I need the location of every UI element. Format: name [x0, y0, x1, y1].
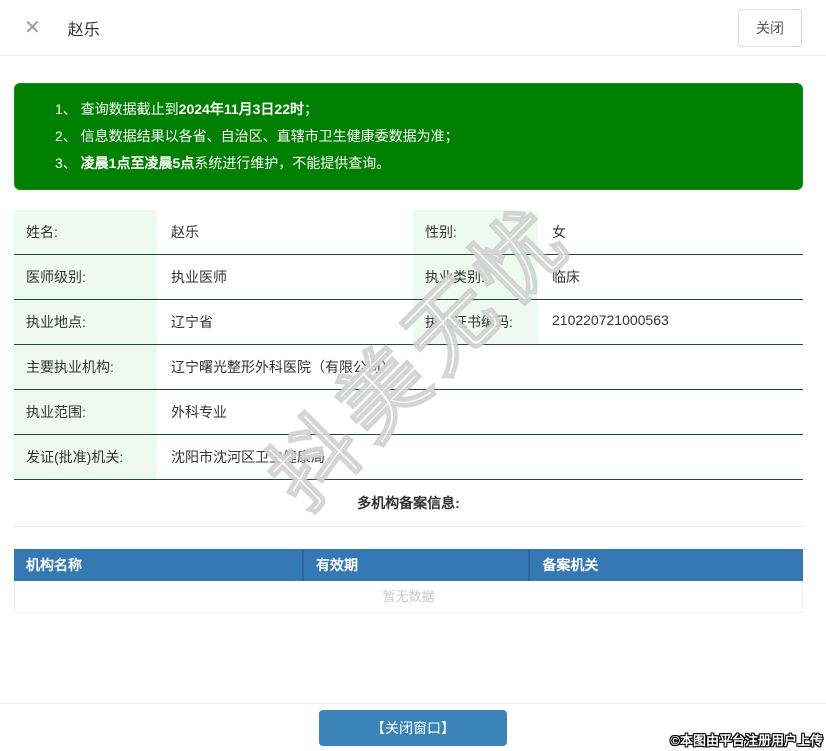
field-label-issuing-authority: 发证(批准)机关: — [14, 435, 157, 479]
table-row: 主要执业机构: 辽宁曙光整形外科医院（有限公司） — [14, 345, 803, 390]
field-value-practice-scope: 外科专业 — [157, 390, 803, 434]
table-row: 执业地点: 辽宁省 执业证书编码: 210220721000563 — [14, 300, 803, 345]
table-row: 姓名: 赵乐 性别: 女 — [14, 210, 803, 255]
field-value-gender: 女 — [538, 210, 803, 254]
table-row: 发证(批准)机关: 沈阳市沈河区卫生健康局 — [14, 435, 803, 480]
doctor-info-table: 姓名: 赵乐 性别: 女 医师级别: 执业医师 执业类别: 临床 执业地点: 辽… — [14, 210, 803, 527]
multi-institution-section-title: 多机构备案信息: — [14, 480, 803, 527]
field-value-doctor-level: 执业医师 — [157, 255, 413, 299]
notice-text-bold: 2024年11月3日22时 — [179, 101, 304, 117]
field-label-practice-category: 执业类别: — [413, 255, 538, 299]
field-value-issuing-authority: 沈阳市沈河区卫生健康局 — [157, 435, 803, 479]
main-content: 1、 查询数据截止到2024年11月3日22时； 2、 信息数据结果以各省、自治… — [0, 83, 826, 613]
column-header-filing-authority: 备案机关 — [528, 549, 803, 581]
records-table-header: 机构名称 有效期 备案机关 — [14, 549, 803, 581]
field-value-practice-location: 辽宁省 — [157, 300, 413, 344]
notice-text: 系统进行维护，不能提供查询。 — [194, 155, 390, 171]
field-value-main-institution: 辽宁曙光整形外科医院（有限公司） — [157, 345, 803, 389]
field-value-name: 赵乐 — [157, 210, 413, 254]
notice-line-1: 1、 查询数据截止到2024年11月3日22时； — [55, 96, 786, 123]
field-label-practice-location: 执业地点: — [14, 300, 157, 344]
page-title: 赵乐 — [68, 16, 100, 40]
close-window-button[interactable]: 【关闭窗口】 — [319, 710, 507, 746]
field-value-certificate-number: 210220721000563 — [538, 300, 803, 344]
notice-text: 1、 查询数据截止到 — [55, 101, 179, 117]
field-label-certificate-number: 执业证书编码: — [413, 300, 538, 344]
table-row: 执业范围: 外科专业 — [14, 390, 803, 435]
notice-text-bold: 凌晨1点至凌晨5点 — [81, 155, 195, 171]
column-header-institution-name: 机构名称 — [14, 549, 302, 581]
upload-credit-watermark: ©本图由平台注册用户上传 — [670, 730, 823, 749]
field-label-practice-scope: 执业范围: — [14, 390, 157, 434]
field-value-practice-category: 临床 — [538, 255, 803, 299]
close-x-icon[interactable]: ✕ — [24, 18, 41, 38]
field-label-gender: 性别: — [413, 210, 538, 254]
top-bar: ✕ 赵乐 关闭 — [0, 0, 826, 56]
field-label-main-institution: 主要执业机构: — [14, 345, 157, 389]
notice-box: 1、 查询数据截止到2024年11月3日22时； 2、 信息数据结果以各省、自治… — [14, 83, 803, 190]
column-header-validity-period: 有效期 — [302, 549, 528, 581]
notice-text: ； — [304, 101, 318, 117]
notice-text: 3、 — [55, 155, 81, 171]
notice-line-3: 3、 凌晨1点至凌晨5点系统进行维护，不能提供查询。 — [55, 150, 786, 177]
empty-data-message: 暂无数据 — [14, 581, 803, 613]
notice-line-2: 2、 信息数据结果以各省、自治区、直辖市卫生健康委数据为准； — [55, 123, 786, 150]
field-label-name: 姓名: — [14, 210, 157, 254]
field-label-doctor-level: 医师级别: — [14, 255, 157, 299]
records-table: 机构名称 有效期 备案机关 暂无数据 — [14, 549, 803, 613]
notice-text: 2、 信息数据结果以各省、自治区、直辖市卫生健康委数据为准； — [55, 128, 459, 144]
close-button[interactable]: 关闭 — [738, 9, 802, 47]
table-row: 医师级别: 执业医师 执业类别: 临床 — [14, 255, 803, 300]
